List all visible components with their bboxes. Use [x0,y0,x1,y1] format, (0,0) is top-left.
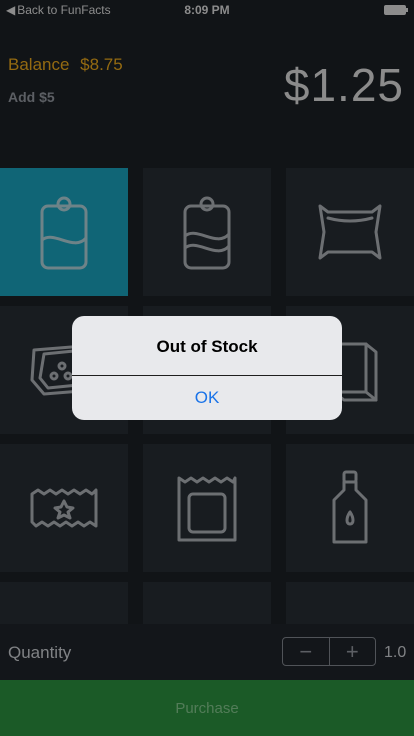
alert-title: Out of Stock [156,337,258,356]
out-of-stock-alert: Out of Stock OK [72,316,342,420]
alert-ok-button[interactable]: OK [72,376,342,420]
